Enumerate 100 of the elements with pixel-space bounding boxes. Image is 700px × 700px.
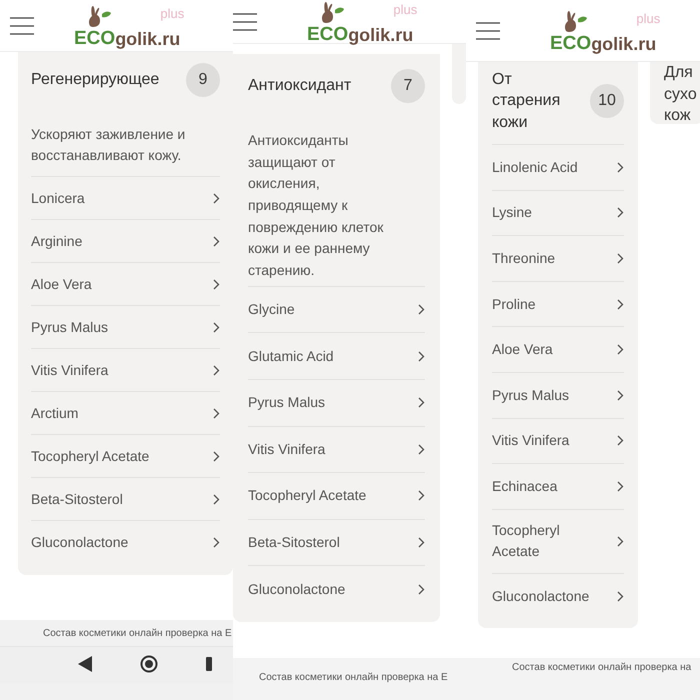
ingredient-item[interactable]: Gluconolactone: [248, 565, 425, 612]
logo-superscript: plus: [393, 0, 418, 19]
ingredient-item[interactable]: Arctium: [31, 391, 220, 434]
chevron-icon: [617, 390, 624, 401]
chevron-icon: [418, 304, 425, 316]
logo-text[interactable]: ECO: [74, 28, 116, 48]
ingredient-name: Beta-Sitosterol: [248, 533, 340, 552]
logo-text[interactable]: golik.ru: [348, 26, 414, 44]
logo-text[interactable]: ECO: [307, 24, 348, 44]
count-badge: 10: [590, 84, 624, 118]
ingredient-item[interactable]: Pyrus Malus: [492, 372, 624, 418]
ingredient-item[interactable]: Gluconolactone: [31, 520, 220, 563]
ingredient-name: Beta-Sitosterol: [31, 490, 123, 508]
chevron-icon: [617, 298, 624, 310]
chevron-icon: [213, 278, 220, 290]
ingredient-name: Aloe Vera: [31, 274, 92, 294]
ingredient-name: Gluconolactone: [248, 580, 346, 599]
chevron-icon: [617, 435, 624, 446]
chevron-icon: [418, 350, 425, 362]
category-title: Регенерирующее: [31, 70, 160, 90]
ingredient-item[interactable]: Linolenic Acid: [492, 144, 624, 190]
ingredient-item[interactable]: Glutamic Acid: [248, 332, 425, 379]
ingredient-item[interactable]: Vitis Vinifera: [492, 418, 624, 464]
chevron-icon: [213, 192, 220, 204]
ingredient-name: Pyrus Malus: [492, 386, 570, 405]
ingredient-item[interactable]: Aloe Vera: [31, 262, 220, 305]
ingredient-name: Vitis Vinifera: [492, 431, 570, 450]
chevron-icon: [418, 490, 425, 502]
ingredient-name: Pyrus Malus: [31, 318, 108, 337]
home-icon[interactable]: [140, 655, 158, 673]
ingredient-name: Glycine: [248, 300, 295, 320]
ingredient-name: Lonicera: [31, 188, 85, 208]
ingredient-name: Vitis Vinifera: [31, 360, 108, 380]
ingredient-item[interactable]: Pyrus Malus: [248, 379, 425, 426]
ingredient-name: Tocopheryl Acetate: [248, 486, 366, 506]
ingredient-name: Threonine: [492, 248, 556, 268]
menu-icon[interactable]: [233, 12, 257, 30]
ingredient-item[interactable]: Pyrus Malus: [31, 305, 220, 348]
chevron-icon: [213, 408, 220, 418]
chevron-icon: [213, 236, 220, 246]
chevron-icon: [617, 252, 624, 264]
ingredient-item[interactable]: Arginine: [31, 219, 220, 262]
ingredient-name: Echinacea: [492, 476, 558, 496]
back-icon[interactable]: [78, 656, 92, 672]
chevron-icon: [418, 537, 425, 548]
ingredient-item[interactable]: Glycine: [248, 286, 425, 332]
chevron-icon: [213, 364, 220, 376]
ingredient-name: Arctium: [31, 404, 78, 422]
chevron-icon: [617, 480, 624, 492]
category-description: Антиоксиданты защищают от окисления, приводящему к повреждению клеток кожи и ее раннему старению.: [248, 131, 384, 280]
chevron-icon: [213, 536, 220, 548]
ingredient-item[interactable]: Aloe Vera: [492, 326, 624, 372]
ingredient-item[interactable]: Beta-Sitosterol: [248, 518, 425, 566]
ingredient-name: Arginine: [31, 232, 82, 251]
ingredient-name: Vitis Vinifera: [248, 440, 326, 459]
ingredient-item[interactable]: Echinacea: [492, 463, 624, 509]
ingredient-name: Lysine: [492, 203, 532, 222]
logo-superscript: plus: [160, 4, 184, 23]
count-badge: 7: [391, 69, 425, 103]
chevron-icon: [213, 494, 220, 504]
ingredient-name: Gluconolactone: [492, 586, 590, 606]
logo-text[interactable]: golik.ru: [115, 30, 180, 48]
ingredient-item[interactable]: Proline: [492, 280, 624, 326]
ingredient-item[interactable]: Lysine: [492, 190, 624, 236]
chevron-icon: [617, 536, 624, 547]
chevron-icon: [418, 584, 425, 595]
logo-text[interactable]: golik.ru: [591, 34, 656, 52]
chevron-icon: [213, 450, 220, 462]
footer-text: Состав косметики онлайн проверка на E: [258, 671, 449, 685]
chevron-icon: [213, 322, 220, 332]
menu-icon[interactable]: [476, 22, 500, 40]
chevron-icon: [617, 207, 624, 218]
ingredient-item[interactable]: Threonine: [492, 235, 624, 281]
chevron-icon: [617, 344, 624, 356]
ingredient-item[interactable]: Gluconolactone: [492, 572, 624, 618]
ingredient-item[interactable]: Tocopheryl Acetate: [248, 472, 425, 519]
chevron-icon: [418, 397, 425, 408]
ingredient-name: Pyrus Malus: [248, 393, 326, 412]
logo-superscript: plus: [636, 10, 660, 28]
menu-icon[interactable]: [10, 16, 34, 34]
category-description: Ускоряют заживление и восстанавливают кожу.: [31, 125, 186, 165]
ingredient-name: Aloe Vera: [492, 340, 553, 360]
count-badge: 9: [186, 63, 220, 97]
footer-text: Состав косметики онлайн проверка на: [511, 661, 692, 675]
category-title: Антиоксидант: [248, 76, 352, 96]
chevron-icon: [617, 162, 624, 173]
logo-text[interactable]: ECO: [550, 34, 592, 52]
chevron-icon: [418, 444, 425, 455]
ingredient-item[interactable]: Vitis Vinifera: [248, 426, 425, 472]
ingredient-name: Proline: [492, 294, 536, 314]
ingredient-item[interactable]: Lonicera: [31, 176, 220, 219]
ingredient-name: Glutamic Acid: [248, 346, 334, 366]
ingredient-name: Linolenic Acid: [492, 158, 578, 177]
chevron-icon: [617, 590, 624, 602]
ingredient-item[interactable]: Tocopheryl Acetate: [31, 434, 220, 477]
ingredient-item[interactable]: Beta-Sitosterol: [31, 477, 220, 520]
ingredient-item[interactable]: Tocopheryl Acetate: [492, 508, 624, 573]
category-title: Для сухо кож: [664, 63, 698, 126]
ingredient-item[interactable]: Vitis Vinifera: [31, 348, 220, 391]
category-title: От старения кожи: [492, 70, 562, 133]
